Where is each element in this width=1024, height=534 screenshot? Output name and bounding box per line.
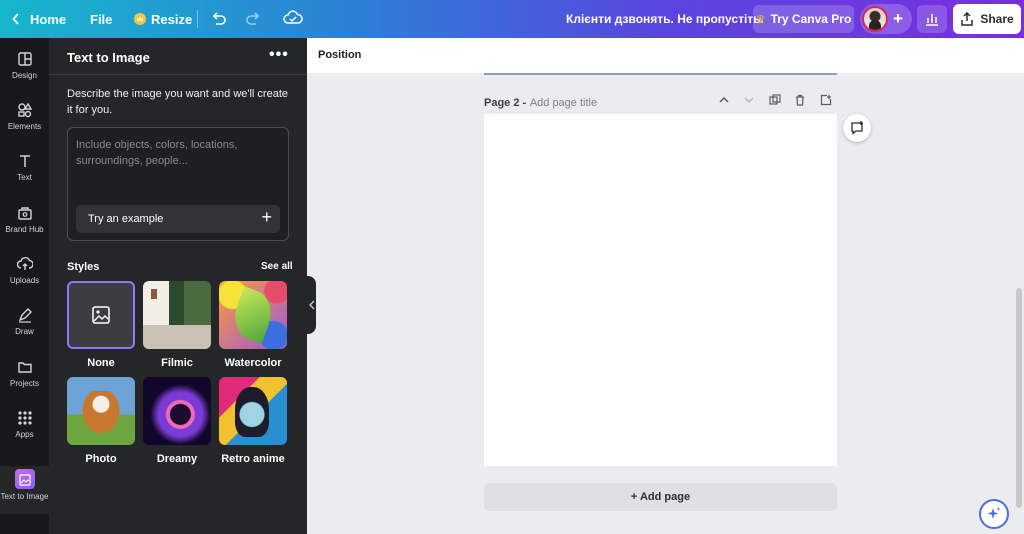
prompt-placeholder[interactable]: Include objects, colors, locations, surr… <box>76 137 276 169</box>
magic-assistant-button[interactable] <box>979 499 1009 529</box>
divider <box>49 74 307 75</box>
style-card-none[interactable] <box>67 281 135 349</box>
home-label: Home <box>30 11 67 27</box>
redo-icon[interactable] <box>244 10 262 28</box>
style-card-photo[interactable] <box>67 377 135 445</box>
rail-item-label: Elements <box>7 122 42 131</box>
chevron-down-icon[interactable] <box>743 94 755 106</box>
add-collaborator-icon[interactable]: + <box>893 9 903 29</box>
top-bar: Home File Resize Клієнти дзвонять. Не пр… <box>0 0 1024 38</box>
resize-label: Resize <box>151 11 193 27</box>
text-icon <box>19 155 30 167</box>
more-options-icon[interactable]: ••• <box>269 46 289 64</box>
rail-item-apps[interactable]: Apps <box>0 405 49 453</box>
rail-item-text[interactable]: Text <box>0 148 49 196</box>
chevron-left-icon <box>12 13 19 25</box>
add-comment-button[interactable] <box>843 114 871 142</box>
cloud-save-icon[interactable] <box>283 9 303 27</box>
text-to-image-panel: Text to Image ••• Describe the image you… <box>49 38 307 534</box>
rail-item-label: Apps <box>15 430 34 439</box>
crown-icon <box>134 13 146 25</box>
plus-icon: + <box>261 207 272 227</box>
toolbar-divider <box>197 10 198 28</box>
style-card-watercolor[interactable] <box>219 281 287 349</box>
rail-item-text-to-image[interactable]: Text to Image <box>0 466 49 514</box>
rail-item-label: Text <box>17 173 32 182</box>
styles-heading: Styles <box>67 261 100 273</box>
chevron-left-icon <box>308 300 314 310</box>
style-label-dreamy: Dreamy <box>156 453 198 465</box>
rail-item-label: Design <box>12 71 37 80</box>
context-toolbar: Position <box>307 38 1024 73</box>
avatar[interactable] <box>862 6 888 32</box>
insights-button[interactable] <box>917 5 947 33</box>
try-example-label: Try an example <box>88 213 164 225</box>
collapse-panel-handle[interactable] <box>307 276 316 334</box>
previous-page-edge <box>484 73 837 75</box>
file-menu-button[interactable]: File <box>90 0 112 38</box>
chevron-up-icon[interactable] <box>718 94 730 106</box>
text-to-image-icon <box>14 469 35 489</box>
page-header: Page 2 - Add page title <box>484 94 837 110</box>
share-button[interactable]: Share <box>953 4 1021 34</box>
rail-item-label: Brand Hub <box>5 225 44 234</box>
rail-item-uploads[interactable]: Uploads <box>0 251 49 299</box>
trash-icon[interactable] <box>794 94 806 106</box>
style-label-watercolor: Watercolor <box>224 357 282 369</box>
rail-item-label: Text to Image <box>0 492 49 501</box>
uploads-icon <box>16 257 33 270</box>
projects-icon <box>17 362 32 373</box>
elements-icon <box>17 102 32 118</box>
see-all-link[interactable]: See all <box>261 261 293 272</box>
brand-hub-icon <box>17 207 32 220</box>
try-pro-label: Try Canva Pro <box>770 12 852 26</box>
add-page-button[interactable]: + Add page <box>484 483 837 511</box>
panel-description: Describe the image you want and we'll cr… <box>67 88 288 116</box>
image-icon <box>92 306 110 324</box>
sparkle-icon <box>987 507 1001 519</box>
style-label-photo: Photo <box>85 453 117 465</box>
rail-item-elements[interactable]: Elements <box>0 97 49 145</box>
try-example-button[interactable]: Try an example + <box>76 205 280 233</box>
design-icon <box>17 52 32 66</box>
style-card-retro-anime[interactable] <box>219 377 287 445</box>
style-label-retro-anime: Retro anime <box>221 453 285 465</box>
add-page-icon[interactable] <box>820 94 832 106</box>
apps-icon <box>17 411 32 425</box>
position-button[interactable]: Position <box>318 49 361 61</box>
left-rail: Design Elements Text Brand Hub Uploads D… <box>0 38 49 534</box>
comment-plus-icon <box>851 121 863 135</box>
style-card-filmic[interactable] <box>143 281 211 349</box>
draw-icon <box>18 308 32 323</box>
duplicate-page-icon[interactable] <box>769 94 781 106</box>
rail-item-label: Draw <box>15 327 34 336</box>
undo-icon[interactable] <box>210 10 228 28</box>
try-pro-button[interactable]: ♛ Try Canva Pro <box>753 5 854 33</box>
resize-button[interactable]: Resize <box>134 0 192 38</box>
rail-item-brand-hub[interactable]: Brand Hub <box>0 200 49 248</box>
rail-item-projects[interactable]: Projects <box>0 354 49 402</box>
share-label: Share <box>980 12 1014 26</box>
style-card-dreamy[interactable] <box>143 377 211 445</box>
rail-item-draw[interactable]: Draw <box>0 302 49 350</box>
design-page-canvas[interactable] <box>484 114 837 466</box>
page-title-input[interactable]: Add page title <box>530 97 597 109</box>
rail-item-label: Uploads <box>9 276 40 285</box>
style-label-none: None <box>87 357 115 369</box>
scrollbar-thumb[interactable] <box>1016 288 1022 508</box>
style-label-filmic: Filmic <box>161 357 193 369</box>
rail-item-design[interactable]: Design <box>0 46 49 94</box>
home-button[interactable]: Home <box>12 0 66 38</box>
bar-chart-icon <box>926 14 938 26</box>
prompt-input[interactable]: Include objects, colors, locations, surr… <box>67 127 289 241</box>
rail-item-label: Projects <box>10 379 39 388</box>
collaborators-group[interactable]: + <box>860 4 912 34</box>
upload-share-icon <box>961 12 974 26</box>
page-number: Page 2 - <box>484 97 527 109</box>
panel-title: Text to Image <box>67 50 150 65</box>
promo-message[interactable]: Клієнти дзвонять. Не пропустіть. <box>566 0 764 38</box>
crown-icon: ♛ <box>755 13 766 26</box>
